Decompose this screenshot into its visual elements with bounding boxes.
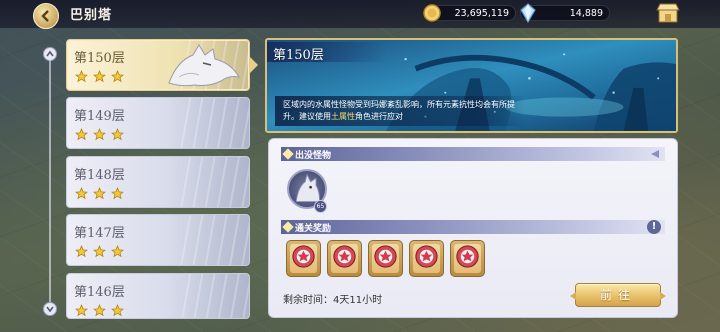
scroll-down-button[interactable] xyxy=(43,302,57,316)
back-arrow-icon xyxy=(41,10,49,22)
floor-item[interactable]: 第149层 xyxy=(66,97,250,149)
star-rating xyxy=(75,185,124,204)
star-rating xyxy=(75,243,124,262)
floor-name: 第150层 xyxy=(74,51,125,66)
floor-name: 第149层 xyxy=(74,109,125,124)
page-title: 巴别塔 xyxy=(70,8,113,23)
selected-pointer xyxy=(250,57,258,73)
star-icon xyxy=(93,243,106,262)
banner-description: 区域内的水属性怪物受到玛娜紊乱影响，所有元素抗性均会有所提升。建议使用土属性角色… xyxy=(283,100,515,121)
star-icon xyxy=(111,68,124,87)
scroll-rail xyxy=(49,60,51,302)
floor-item[interactable]: 第148层 xyxy=(66,156,250,208)
ruby-orb-icon xyxy=(414,244,439,273)
floor-name: 第147层 xyxy=(74,226,125,241)
star-icon xyxy=(75,243,88,262)
gem-amount: 14,889 xyxy=(569,8,603,19)
floor-item[interactable]: 第150层 xyxy=(66,39,250,91)
star-icon xyxy=(111,243,124,262)
gold-counter: 23,695,119 xyxy=(423,4,516,22)
ruby-orb-icon xyxy=(455,244,480,273)
reward-item[interactable] xyxy=(327,240,362,277)
rewards-section-header: 通关奖励 ! xyxy=(281,220,665,234)
ruby-orb-icon xyxy=(332,244,357,273)
shop-icon[interactable] xyxy=(656,2,680,24)
go-button[interactable]: 前往 xyxy=(570,283,666,307)
star-rating xyxy=(75,68,124,87)
top-bar: 巴别塔 23,695,119 14,889 xyxy=(0,0,720,29)
floor-detail-panel: 出没怪物 65 通关奖励 ! 剩余时间：4天11小时 前往 xyxy=(268,138,678,318)
floor-item[interactable]: 第147层 xyxy=(66,214,250,266)
star-icon xyxy=(75,126,88,145)
star-icon xyxy=(93,302,106,318)
reward-item[interactable] xyxy=(368,240,403,277)
floor-name: 第146层 xyxy=(74,285,125,300)
monsters-section-label: 出没怪物 xyxy=(295,151,332,161)
ruby-orb-icon xyxy=(291,244,316,273)
triangle-icon xyxy=(651,150,659,158)
reward-item[interactable] xyxy=(450,240,485,277)
floor-item[interactable]: 第146层 xyxy=(66,273,250,319)
star-icon xyxy=(75,68,88,87)
ruby-orb-icon xyxy=(373,244,398,273)
info-icon[interactable]: ! xyxy=(647,220,661,234)
banner-title: 第150层 xyxy=(273,48,324,63)
star-icon xyxy=(111,126,124,145)
floor-banner: 第150层 区域内的水属性怪物受到玛娜紊乱影响，所有元素抗性均会有所提升。建议使… xyxy=(265,38,678,133)
scroll-up-button[interactable] xyxy=(43,47,57,61)
chevron-down-icon xyxy=(46,306,54,313)
wolf-beast-icon xyxy=(168,44,240,87)
gold-amount: 23,695,119 xyxy=(454,8,509,19)
monsters-section-header: 出没怪物 xyxy=(281,147,665,161)
rewards-section-label: 通关奖励 xyxy=(295,224,332,234)
monster-level-badge: 65 xyxy=(314,200,327,213)
star-icon xyxy=(93,68,106,87)
star-icon xyxy=(111,302,124,318)
star-icon xyxy=(75,302,88,318)
star-icon xyxy=(93,126,106,145)
remaining-time: 剩余时间：4天11小时 xyxy=(283,295,383,306)
crystal-icon xyxy=(520,3,536,23)
back-button[interactable] xyxy=(33,3,59,29)
star-icon xyxy=(75,185,88,204)
reward-item[interactable] xyxy=(286,240,321,277)
gold-coin-icon xyxy=(423,4,441,22)
diamond-icon xyxy=(282,148,294,160)
star-icon xyxy=(93,185,106,204)
star-icon xyxy=(111,185,124,204)
chevron-up-icon xyxy=(46,50,54,57)
reward-item[interactable] xyxy=(409,240,444,277)
star-rating xyxy=(75,302,124,318)
floor-name: 第148层 xyxy=(74,168,125,183)
diamond-icon xyxy=(282,221,294,233)
star-rating xyxy=(75,126,124,145)
gem-counter: 14,889 xyxy=(520,3,610,23)
element-highlight: 土属性 xyxy=(331,112,355,121)
